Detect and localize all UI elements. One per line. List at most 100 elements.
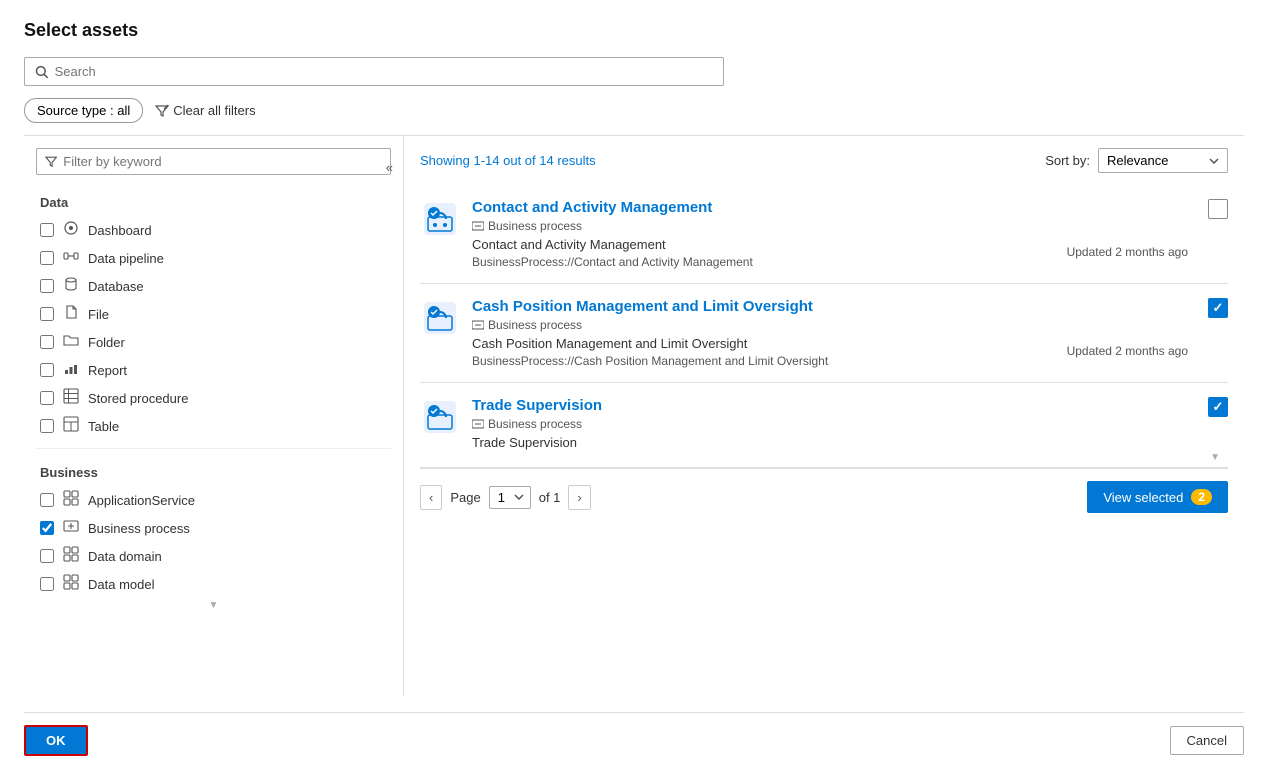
sort-by-label: Sort by: bbox=[1045, 153, 1090, 168]
data-model-checkbox[interactable] bbox=[40, 577, 54, 591]
asset-title-cash[interactable]: Cash Position Management and Limit Overs… bbox=[472, 298, 1228, 315]
filter-item-data-pipeline[interactable]: Data pipeline bbox=[24, 244, 403, 272]
section-divider bbox=[36, 448, 391, 449]
filter-item-file[interactable]: File bbox=[24, 300, 403, 328]
folder-checkbox[interactable] bbox=[40, 335, 54, 349]
filter-icon bbox=[155, 104, 169, 118]
sort-by-container: Sort by: Relevance Name Last updated bbox=[1045, 148, 1228, 173]
scroll-down-indicator: ▼ bbox=[24, 598, 403, 613]
ok-button[interactable]: OK bbox=[24, 725, 88, 756]
dashboard-checkbox[interactable] bbox=[40, 223, 54, 237]
asset-icon-cash bbox=[420, 298, 460, 338]
page-label: Page bbox=[450, 490, 480, 505]
stored-procedure-icon bbox=[62, 388, 80, 408]
left-panel: « Data Dashboard Data pipeline bbox=[24, 136, 404, 696]
dashboard-label: Dashboard bbox=[88, 223, 152, 238]
business-process-type-icon bbox=[472, 220, 484, 232]
business-process-label: Business process bbox=[88, 521, 190, 536]
filter-row: Source type : all Clear all filters bbox=[24, 98, 1244, 123]
filter-item-table[interactable]: Table bbox=[24, 412, 403, 440]
application-service-icon bbox=[62, 490, 80, 510]
filter-item-folder[interactable]: Folder bbox=[24, 328, 403, 356]
file-icon bbox=[62, 304, 80, 324]
filter-icon bbox=[45, 155, 57, 168]
asset-item-contact-activity: Contact and Activity Management Business… bbox=[420, 185, 1228, 284]
database-icon bbox=[62, 276, 80, 296]
file-checkbox[interactable] bbox=[40, 307, 54, 321]
dialog-title: Select assets bbox=[24, 20, 1244, 41]
filter-item-dashboard[interactable]: Dashboard bbox=[24, 216, 403, 244]
search-input[interactable] bbox=[55, 64, 713, 79]
filter-item-data-model[interactable]: Data model bbox=[24, 570, 403, 598]
asset-type-cash: Business process bbox=[472, 318, 1228, 332]
clear-filters-button[interactable]: Clear all filters bbox=[155, 103, 255, 118]
business-process-checkbox[interactable] bbox=[40, 521, 54, 535]
report-icon bbox=[62, 360, 80, 380]
asset-icon-contact bbox=[420, 199, 460, 239]
main-content: « Data Dashboard Data pipeline bbox=[24, 135, 1244, 712]
data-domain-label: Data domain bbox=[88, 549, 162, 564]
table-label: Table bbox=[88, 419, 119, 434]
business-process-icon bbox=[62, 518, 80, 538]
cancel-button[interactable]: Cancel bbox=[1170, 726, 1244, 755]
of-label: of 1 bbox=[539, 490, 561, 505]
filter-keyword-input[interactable] bbox=[63, 154, 382, 169]
results-count: Showing 1-14 out of 14 results bbox=[420, 153, 596, 168]
data-domain-checkbox[interactable] bbox=[40, 549, 54, 563]
asset-description-trade: Trade Supervision bbox=[472, 435, 1228, 450]
data-pipeline-checkbox[interactable] bbox=[40, 251, 54, 265]
dialog-actions: OK Cancel bbox=[24, 712, 1244, 768]
asset-checkbox-trade[interactable] bbox=[1208, 397, 1228, 417]
table-icon bbox=[62, 416, 80, 436]
next-page-button[interactable]: › bbox=[568, 485, 590, 510]
asset-updated-contact: Updated 2 months ago bbox=[1067, 245, 1188, 259]
folder-icon bbox=[62, 332, 80, 352]
data-model-label: Data model bbox=[88, 577, 154, 592]
view-selected-button[interactable]: View selected 2 bbox=[1087, 481, 1228, 513]
filter-item-data-domain[interactable]: Data domain bbox=[24, 542, 403, 570]
business-process-type-icon-3 bbox=[472, 418, 484, 430]
filter-item-stored-procedure[interactable]: Stored procedure bbox=[24, 384, 403, 412]
business-process-type-icon-2 bbox=[472, 319, 484, 331]
asset-checkbox-cash[interactable] bbox=[1208, 298, 1228, 318]
filter-item-application-service[interactable]: ApplicationService bbox=[24, 486, 403, 514]
asset-type-trade: Business process bbox=[472, 417, 1228, 431]
asset-type-contact: Business process bbox=[472, 219, 1228, 233]
application-service-checkbox[interactable] bbox=[40, 493, 54, 507]
stored-procedure-label: Stored procedure bbox=[88, 391, 188, 406]
dashboard-icon bbox=[62, 220, 80, 240]
business-section-label: Business bbox=[24, 457, 403, 486]
filter-item-business-process[interactable]: Business process bbox=[24, 514, 403, 542]
scroll-right-down: ▼ bbox=[1210, 452, 1220, 463]
asset-item-cash-position: Cash Position Management and Limit Overs… bbox=[420, 284, 1228, 383]
search-icon bbox=[35, 65, 49, 79]
page-select[interactable]: 1 bbox=[489, 486, 531, 509]
folder-label: Folder bbox=[88, 335, 125, 350]
right-panel: Showing 1-14 out of 14 results Sort by: … bbox=[404, 136, 1244, 696]
data-domain-icon bbox=[62, 546, 80, 566]
source-type-button[interactable]: Source type : all bbox=[24, 98, 143, 123]
asset-title-contact[interactable]: Contact and Activity Management bbox=[472, 199, 1228, 216]
data-section-label: Data bbox=[24, 187, 403, 216]
stored-procedure-checkbox[interactable] bbox=[40, 391, 54, 405]
results-header: Showing 1-14 out of 14 results Sort by: … bbox=[420, 148, 1228, 173]
filter-item-report[interactable]: Report bbox=[24, 356, 403, 384]
report-label: Report bbox=[88, 363, 127, 378]
collapse-panel-button[interactable]: « bbox=[386, 160, 393, 175]
data-model-icon bbox=[62, 574, 80, 594]
filter-item-database[interactable]: Database bbox=[24, 272, 403, 300]
prev-page-button[interactable]: ‹ bbox=[420, 485, 442, 510]
asset-icon-trade bbox=[420, 397, 460, 437]
database-label: Database bbox=[88, 279, 144, 294]
asset-title-trade[interactable]: Trade Supervision bbox=[472, 397, 1228, 414]
footer: ‹ Page 1 of 1 › View selected 2 bbox=[420, 468, 1228, 525]
table-checkbox[interactable] bbox=[40, 419, 54, 433]
database-checkbox[interactable] bbox=[40, 279, 54, 293]
asset-item-trade-supervision: Trade Supervision Business process Trade… bbox=[420, 383, 1228, 468]
pagination: ‹ Page 1 of 1 › bbox=[420, 485, 591, 510]
asset-updated-cash: Updated 2 months ago bbox=[1067, 344, 1188, 358]
asset-checkbox-contact[interactable] bbox=[1208, 199, 1228, 219]
report-checkbox[interactable] bbox=[40, 363, 54, 377]
file-label: File bbox=[88, 307, 109, 322]
sort-select[interactable]: Relevance Name Last updated bbox=[1098, 148, 1228, 173]
